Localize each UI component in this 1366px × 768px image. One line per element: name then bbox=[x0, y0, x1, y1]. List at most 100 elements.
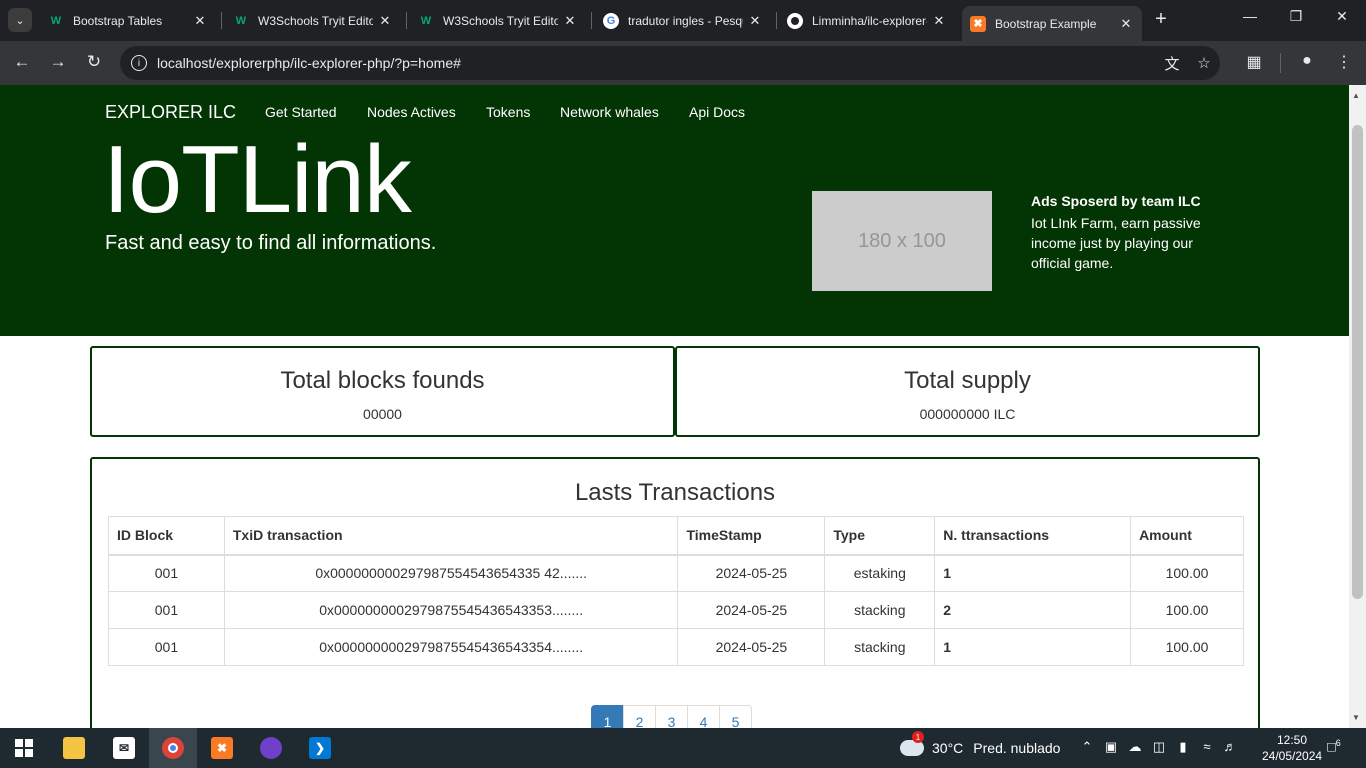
tab-bootstrap-example[interactable]: ✖ Bootstrap Example ✕ bbox=[962, 6, 1142, 41]
tab-google-search[interactable]: G tradutor ingles - Pesquisa Google ✕ bbox=[595, 6, 771, 35]
profile-icon[interactable]: ● bbox=[1296, 52, 1318, 70]
cell-txid: 0x000000000297987554543654335 42....... bbox=[223, 554, 679, 592]
battery-icon[interactable]: ▮ bbox=[1172, 739, 1194, 755]
github-icon bbox=[787, 12, 803, 29]
windows-logo-icon bbox=[15, 739, 33, 757]
tab-search-icon[interactable]: ⌄ bbox=[8, 8, 32, 32]
close-tab-icon[interactable]: ✕ bbox=[562, 13, 578, 29]
cell-amount: 100.00 bbox=[1130, 591, 1244, 629]
meet-icon[interactable]: ▣ bbox=[1100, 739, 1122, 755]
mail-button[interactable]: ✉ bbox=[100, 728, 148, 768]
tab-title: W3Schools Tryit Editor bbox=[258, 13, 373, 28]
github-desktop-button[interactable] bbox=[247, 728, 295, 768]
weather-widget[interactable]: 1 30°C Pred. nublado bbox=[900, 728, 1060, 768]
table-header-row: ID Block TxiD transaction TimeStamp Type… bbox=[108, 516, 1244, 556]
column-header: TimeStamp bbox=[677, 516, 826, 556]
tab-github[interactable]: Limminha/ilc-explorer-php ✕ bbox=[779, 6, 955, 35]
nav-get-started[interactable]: Get Started bbox=[265, 104, 337, 120]
folder-icon bbox=[63, 737, 85, 759]
page-link-3[interactable]: 3 bbox=[655, 705, 688, 728]
nav-nodes-actives[interactable]: Nodes Actives bbox=[367, 104, 456, 120]
xampp-button[interactable]: ✖ bbox=[198, 728, 246, 768]
table-row: 001 0x0000000002979875545436543354......… bbox=[108, 628, 1244, 666]
close-tab-icon[interactable]: ✕ bbox=[377, 13, 393, 29]
transactions-panel: Lasts Transactions ID Block TxiD transac… bbox=[90, 457, 1260, 728]
page-link-4[interactable]: 4 bbox=[687, 705, 720, 728]
menu-icon[interactable]: ⋮ bbox=[1333, 52, 1355, 72]
reload-icon[interactable]: ↻ bbox=[83, 52, 105, 72]
close-tab-icon[interactable]: ✕ bbox=[931, 13, 947, 29]
cloud-icon: 1 bbox=[900, 731, 924, 756]
tab-divider bbox=[591, 12, 592, 29]
weather-temp: 30°C bbox=[932, 740, 964, 756]
total-blocks-card: Total blocks founds 00000 bbox=[90, 346, 675, 437]
weather-badge: 1 bbox=[912, 731, 924, 743]
close-tab-icon[interactable]: ✕ bbox=[192, 13, 208, 29]
close-tab-icon[interactable]: ✕ bbox=[1118, 16, 1134, 32]
chrome-button[interactable] bbox=[149, 728, 197, 768]
site-info-icon[interactable]: i bbox=[131, 55, 147, 71]
restore-icon[interactable]: ❐ bbox=[1286, 8, 1306, 25]
address-bar[interactable]: i localhost/explorerphp/ilc-explorer-php… bbox=[120, 46, 1220, 80]
onedrive-icon[interactable]: ☁ bbox=[1124, 739, 1146, 755]
scroll-down-icon[interactable]: ▼ bbox=[1352, 713, 1360, 722]
forward-icon[interactable]: → bbox=[47, 52, 69, 72]
browser-tab-strip: ⌄ W Bootstrap Tables ✕ W W3Schools Tryit… bbox=[0, 0, 1366, 41]
close-tab-icon[interactable]: ✕ bbox=[747, 13, 763, 29]
column-header: ID Block bbox=[108, 516, 225, 556]
vscode-button[interactable]: ❯ bbox=[296, 728, 344, 768]
volume-icon[interactable]: ♬ bbox=[1219, 739, 1241, 754]
tray-chevron-icon[interactable]: ⌃ bbox=[1076, 739, 1098, 755]
navbar-brand[interactable]: EXPLORER ILC bbox=[105, 102, 236, 123]
notification-count: 6 bbox=[1335, 738, 1341, 748]
bookmark-star-icon[interactable]: ☆ bbox=[1188, 54, 1220, 72]
table-row: 001 0x000000000297987554543654335 42....… bbox=[108, 554, 1244, 592]
minimize-icon[interactable]: — bbox=[1240, 8, 1260, 24]
page-link-5[interactable]: 5 bbox=[719, 705, 752, 728]
browser-toolbar: ← → ↻ i localhost/explorerphp/ilc-explor… bbox=[0, 41, 1366, 85]
nav-api-docs[interactable]: Api Docs bbox=[689, 104, 745, 120]
total-blocks-value: 00000 bbox=[363, 406, 402, 422]
tab-w3schools-1[interactable]: W W3Schools Tryit Editor ✕ bbox=[225, 6, 401, 35]
system-clock[interactable]: 12:50 24/05/2024 bbox=[1262, 732, 1322, 764]
nav-network-whales[interactable]: Network whales bbox=[560, 104, 659, 120]
vscode-icon: ❯ bbox=[309, 737, 331, 759]
nav-tokens[interactable]: Tokens bbox=[486, 104, 530, 120]
tab-divider bbox=[221, 12, 222, 29]
tab-divider bbox=[776, 12, 777, 29]
chrome-icon bbox=[162, 737, 184, 759]
translate-icon[interactable]: 文 bbox=[1156, 53, 1188, 74]
tab-divider bbox=[406, 12, 407, 29]
wifi-icon[interactable]: ≈ bbox=[1196, 739, 1218, 754]
page-link-2[interactable]: 2 bbox=[623, 705, 656, 728]
column-header: Amount bbox=[1130, 516, 1244, 556]
ad-placeholder-image: 180 x 100 bbox=[812, 191, 992, 291]
tab-title: Bootstrap Tables bbox=[73, 13, 163, 28]
column-header: TxiD transaction bbox=[223, 516, 679, 556]
page-link-1[interactable]: 1 bbox=[591, 705, 624, 728]
notification-center-icon[interactable]: □6 bbox=[1324, 738, 1344, 755]
tab-bootstrap-tables[interactable]: W Bootstrap Tables ✕ bbox=[40, 6, 216, 35]
close-window-icon[interactable]: ✕ bbox=[1332, 8, 1352, 25]
cell-amount: 100.00 bbox=[1130, 628, 1244, 666]
page-scrollbar[interactable]: ▲ ▼ bbox=[1349, 85, 1366, 728]
column-header: Type bbox=[824, 516, 936, 556]
extensions-icon[interactable]: ▦ bbox=[1243, 52, 1265, 72]
pagination: 1 2 3 4 5 bbox=[591, 705, 752, 728]
scroll-up-icon[interactable]: ▲ bbox=[1352, 91, 1360, 100]
defender-icon[interactable]: ◫ bbox=[1148, 739, 1170, 755]
w3schools-icon: W bbox=[420, 14, 432, 27]
start-button[interactable] bbox=[0, 728, 48, 768]
clock-date: 24/05/2024 bbox=[1262, 749, 1323, 763]
tab-title: W3Schools Tryit Editor bbox=[443, 13, 558, 28]
tab-w3schools-2[interactable]: W W3Schools Tryit Editor ✕ bbox=[410, 6, 586, 35]
cell-type: stacking bbox=[824, 628, 936, 666]
scrollbar-thumb[interactable] bbox=[1352, 125, 1363, 599]
back-icon[interactable]: ← bbox=[11, 52, 33, 72]
url-text[interactable]: localhost/explorerphp/ilc-explorer-php/?… bbox=[157, 55, 1156, 71]
file-explorer-button[interactable] bbox=[50, 728, 98, 768]
tab-title: tradutor ingles - Pesquisa Google bbox=[628, 13, 743, 28]
new-tab-icon[interactable]: + bbox=[1151, 8, 1171, 31]
total-blocks-title: Total blocks founds bbox=[280, 367, 485, 394]
tab-title: Bootstrap Example bbox=[995, 16, 1097, 31]
